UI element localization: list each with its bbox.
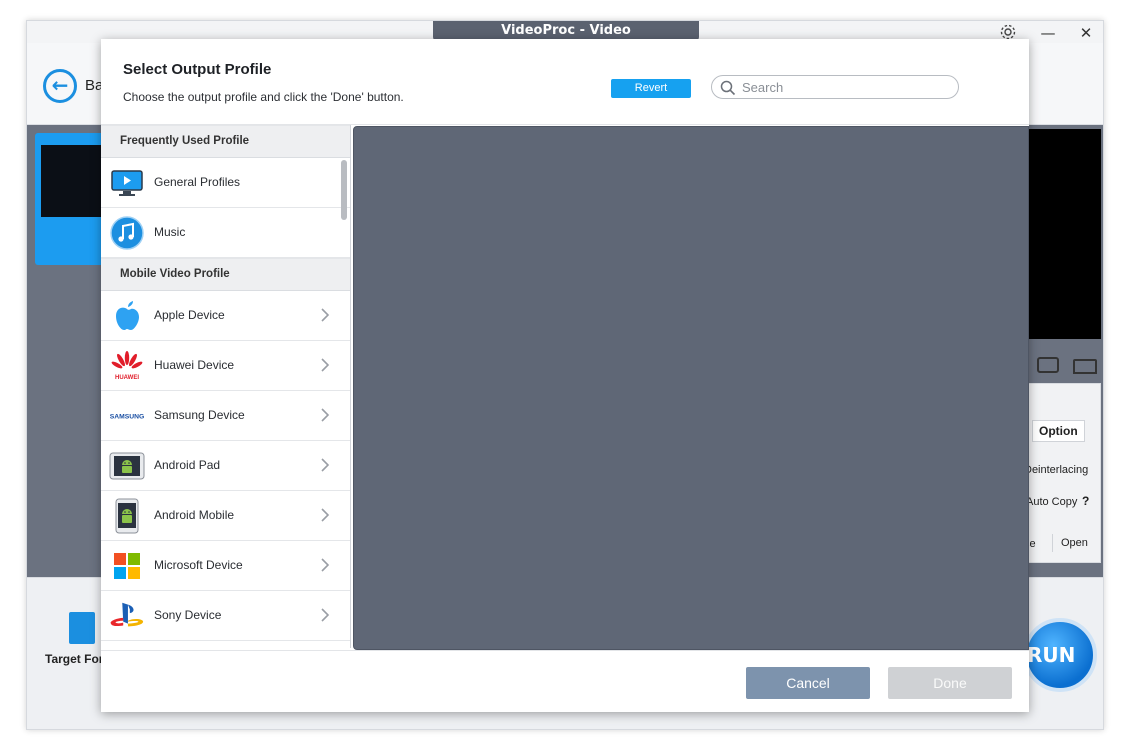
microsoft-logo-icon <box>109 549 145 583</box>
profile-item-general[interactable]: General Profiles <box>101 158 350 208</box>
dialog-footer: Cancel Done <box>101 650 1029 712</box>
chevron-right-icon <box>319 556 331 574</box>
profile-detail-panel <box>353 126 1029 650</box>
revert-button[interactable]: Revert <box>611 79 691 98</box>
profile-item-android-pad[interactable]: Android Pad <box>101 441 350 491</box>
profile-category-list: Frequently Used Profile General Profiles… <box>101 125 351 648</box>
target-format-label[interactable]: Target For <box>45 652 103 666</box>
section-header-mobile: Mobile Video Profile <box>101 258 350 291</box>
section-header-frequent: Frequently Used Profile <box>101 125 350 158</box>
monitor-play-icon <box>109 166 145 200</box>
android-tablet-icon <box>109 449 145 483</box>
dialog-title: Select Output Profile <box>123 61 272 78</box>
samsung-logo-icon: SAMSUNG <box>109 399 145 433</box>
profile-item-sony[interactable]: Sony Device <box>101 591 350 641</box>
open-button[interactable]: Open <box>1052 534 1096 552</box>
profile-item-label: Apple Device <box>154 308 225 322</box>
cancel-button[interactable]: Cancel <box>746 667 870 699</box>
profile-item-label: Android Pad <box>154 458 221 472</box>
profile-item-music[interactable]: Music <box>101 208 350 258</box>
android-phone-icon <box>109 498 145 534</box>
huawei-logo-text: HUAWEI <box>115 375 139 381</box>
profile-item-label: Android Mobile <box>154 508 235 522</box>
output-options-panel: Option Deinterlacing Auto Copy ? se Open <box>1024 383 1101 563</box>
profile-item-microsoft[interactable]: Microsoft Device <box>101 541 350 591</box>
chevron-right-icon <box>319 406 331 424</box>
search-box[interactable] <box>711 75 959 99</box>
chevron-right-icon <box>319 606 331 624</box>
select-output-profile-dialog: Select Output Profile Choose the output … <box>101 39 1029 712</box>
close-window-button[interactable]: ✕ <box>1075 23 1097 43</box>
profile-item-apple[interactable]: Apple Device <box>101 291 350 341</box>
list-scrollbar[interactable] <box>341 160 347 220</box>
profile-item-samsung[interactable]: SAMSUNG Samsung Device <box>101 391 350 441</box>
profile-item-label: Sony Device <box>154 608 222 622</box>
run-button[interactable]: RUN <box>1023 618 1097 692</box>
target-format-icon[interactable] <box>69 612 95 644</box>
video-preview <box>1027 129 1101 339</box>
dialog-subtitle: Choose the output profile and click the … <box>123 90 404 104</box>
chevron-right-icon <box>319 506 331 524</box>
huawei-logo-icon: HUAWEI <box>109 349 145 383</box>
auto-copy-label[interactable]: Auto Copy <box>1026 496 1077 508</box>
option-button[interactable]: Option <box>1032 420 1085 442</box>
chevron-right-icon <box>319 356 331 374</box>
help-icon[interactable]: ? <box>1082 494 1089 508</box>
chevron-right-icon <box>319 306 331 324</box>
playstation-logo-icon <box>109 599 145 633</box>
music-note-icon <box>109 216 145 250</box>
profile-item-label: Music <box>154 225 186 239</box>
folder-icon[interactable] <box>1073 359 1097 374</box>
profile-item-label: Samsung Device <box>154 408 245 422</box>
profile-item-label: Huawei Device <box>154 358 235 372</box>
profile-item-android-mobile[interactable]: Android Mobile <box>101 491 350 541</box>
profile-item-label: General Profiles <box>154 175 241 189</box>
search-icon <box>720 80 736 96</box>
done-button[interactable]: Done <box>888 667 1012 699</box>
camera-icon[interactable] <box>1037 357 1059 373</box>
back-arrow-icon[interactable]: ← <box>43 69 77 103</box>
deinterlacing-label[interactable]: Deinterlacing <box>1024 464 1088 476</box>
dialog-header: Select Output Profile Choose the output … <box>101 39 1029 125</box>
search-input[interactable] <box>742 77 952 97</box>
profile-item-huawei[interactable]: HUAWEI Huawei Device <box>101 341 350 391</box>
chevron-right-icon <box>319 456 331 474</box>
minimize-button[interactable]: — <box>1037 23 1059 43</box>
window-title: VideoProc - Video <box>433 21 699 41</box>
samsung-logo-text: SAMSUNG <box>110 414 145 421</box>
apple-logo-icon <box>109 299 145 333</box>
profile-item-label: Microsoft Device <box>154 558 243 572</box>
